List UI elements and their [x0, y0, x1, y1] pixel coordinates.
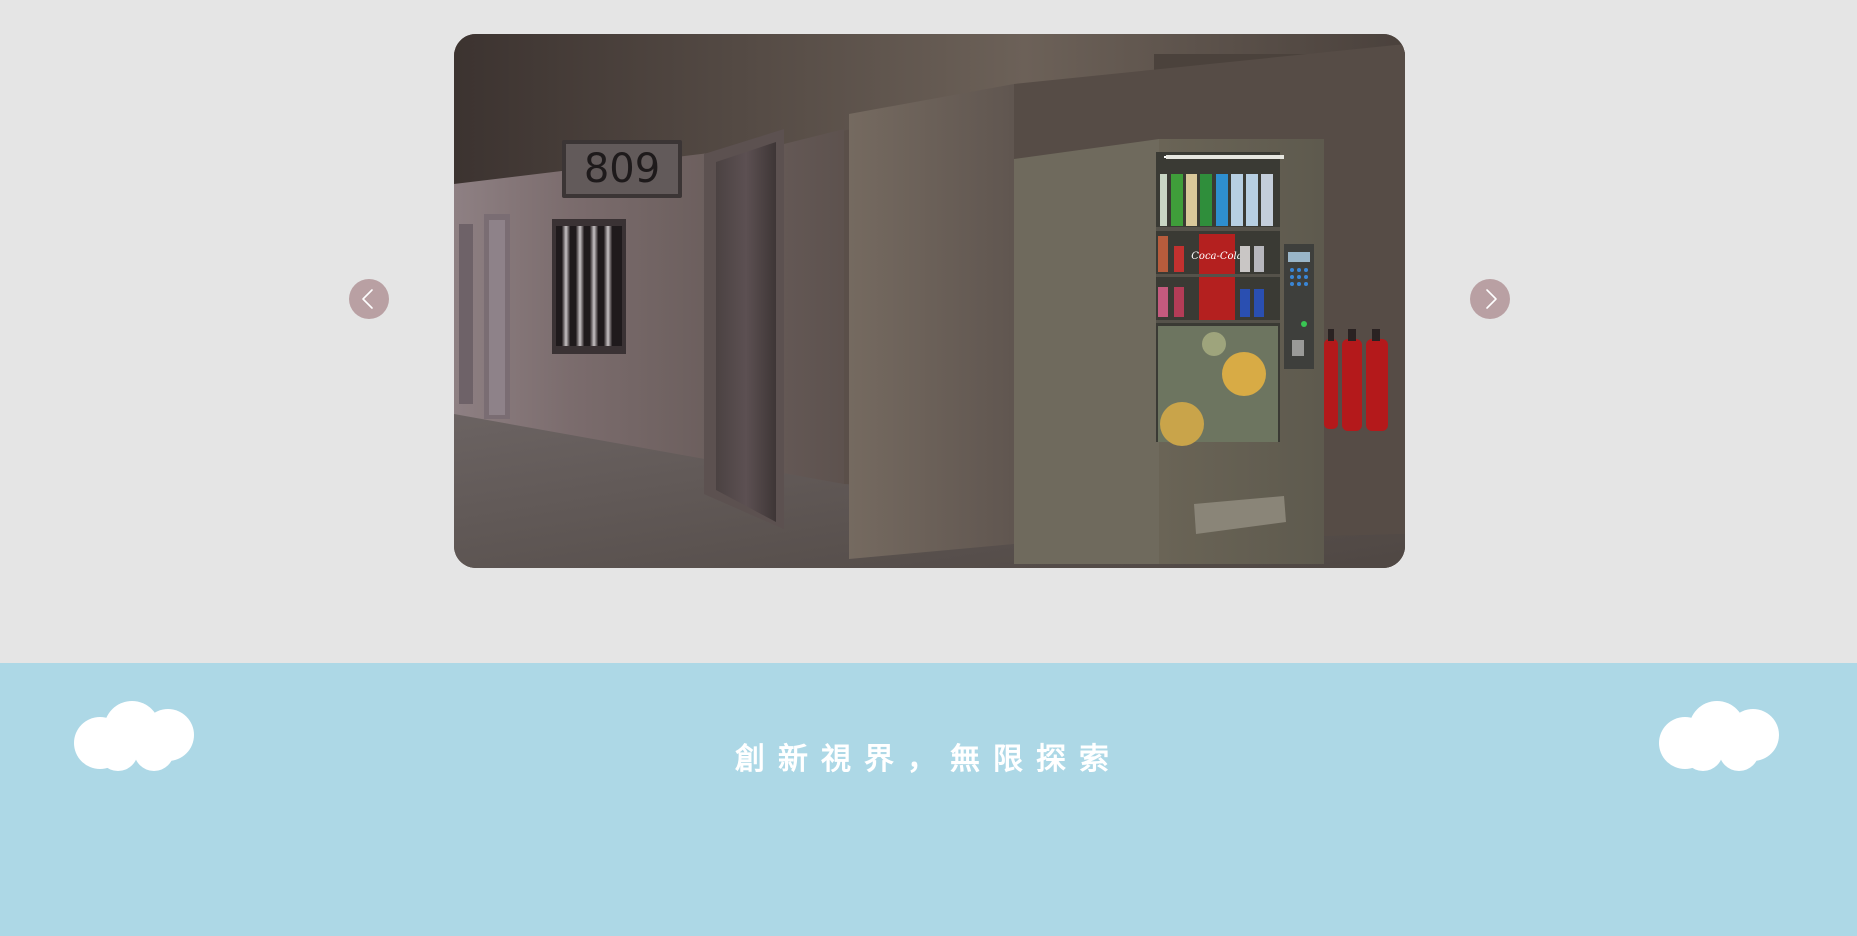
carousel-slide-image: 809 Coca-Cola	[454, 34, 1405, 568]
chevron-right-icon	[1486, 289, 1497, 309]
hallway-scene-illustration: 809 Coca-Cola	[454, 34, 1405, 568]
cloud-right-icon	[1659, 701, 1779, 771]
carousel-prev-button[interactable]	[349, 279, 389, 319]
carousel-section: 809 Coca-Cola	[0, 0, 1857, 663]
carousel-next-button[interactable]	[1470, 279, 1510, 319]
footer: 創新視界，無限探索	[0, 663, 1857, 936]
chevron-left-icon	[362, 289, 373, 309]
page: 809 Coca-Cola 創新視界，無限探索	[0, 0, 1857, 936]
vending-brand-logo: Coca-Cola	[1191, 251, 1242, 262]
footer-tagline: 創新視界，無限探索	[735, 742, 1122, 777]
room-number-sign: 809	[584, 146, 660, 192]
